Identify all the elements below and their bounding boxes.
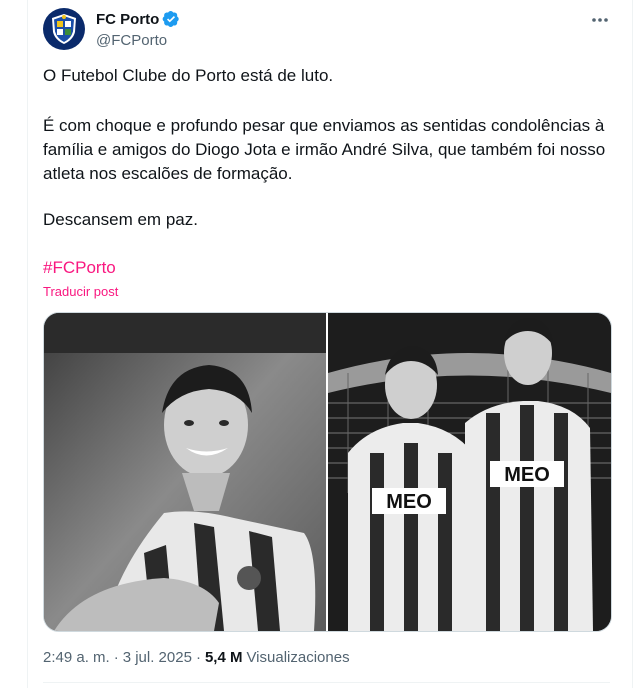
post-paragraph-2: É com choque e profundo pesar que enviam… xyxy=(43,116,606,183)
meta-separator: · xyxy=(195,649,201,666)
sponsor-logo-left: MEO xyxy=(386,491,432,513)
hashtag-link[interactable]: #FCPorto xyxy=(43,256,116,280)
meta-separator: · xyxy=(113,649,119,666)
photo-players-stadium[interactable]: MEO MEO xyxy=(328,313,611,631)
divider xyxy=(43,682,610,683)
post-date[interactable]: 3 jul. 2025 xyxy=(123,649,192,666)
translate-post-link[interactable]: Traducir post xyxy=(43,284,118,299)
views-count[interactable]: 5,4 M xyxy=(205,649,243,666)
author-name-row[interactable]: FC Porto xyxy=(96,10,180,28)
verified-badge-icon xyxy=(162,10,180,28)
more-options-icon xyxy=(592,18,608,22)
post-paragraph-1: O Futebol Clube do Porto está de luto. xyxy=(43,66,334,85)
fc-porto-crest-icon xyxy=(52,14,76,44)
post-time[interactable]: 2:49 a. m. xyxy=(43,649,110,666)
post-paragraph-3: Descansem em paz. xyxy=(43,210,198,229)
author-display-name[interactable]: FC Porto xyxy=(96,11,159,28)
media-gallery: MEO MEO xyxy=(43,312,612,632)
more-options-button[interactable] xyxy=(588,10,612,30)
author-handle[interactable]: @FCPorto xyxy=(96,32,167,49)
avatar[interactable] xyxy=(43,8,85,50)
sponsor-logo-right: MEO xyxy=(504,464,550,486)
views-label[interactable]: Visualizaciones xyxy=(246,649,349,666)
photo-left-illustration xyxy=(44,313,326,631)
photo-diogo-jota-portrait[interactable] xyxy=(44,313,326,631)
post-meta: 2:49 a. m. · 3 jul. 2025 · 5,4 M Visuali… xyxy=(43,649,350,666)
photo-right-illustration: MEO MEO xyxy=(328,313,611,631)
